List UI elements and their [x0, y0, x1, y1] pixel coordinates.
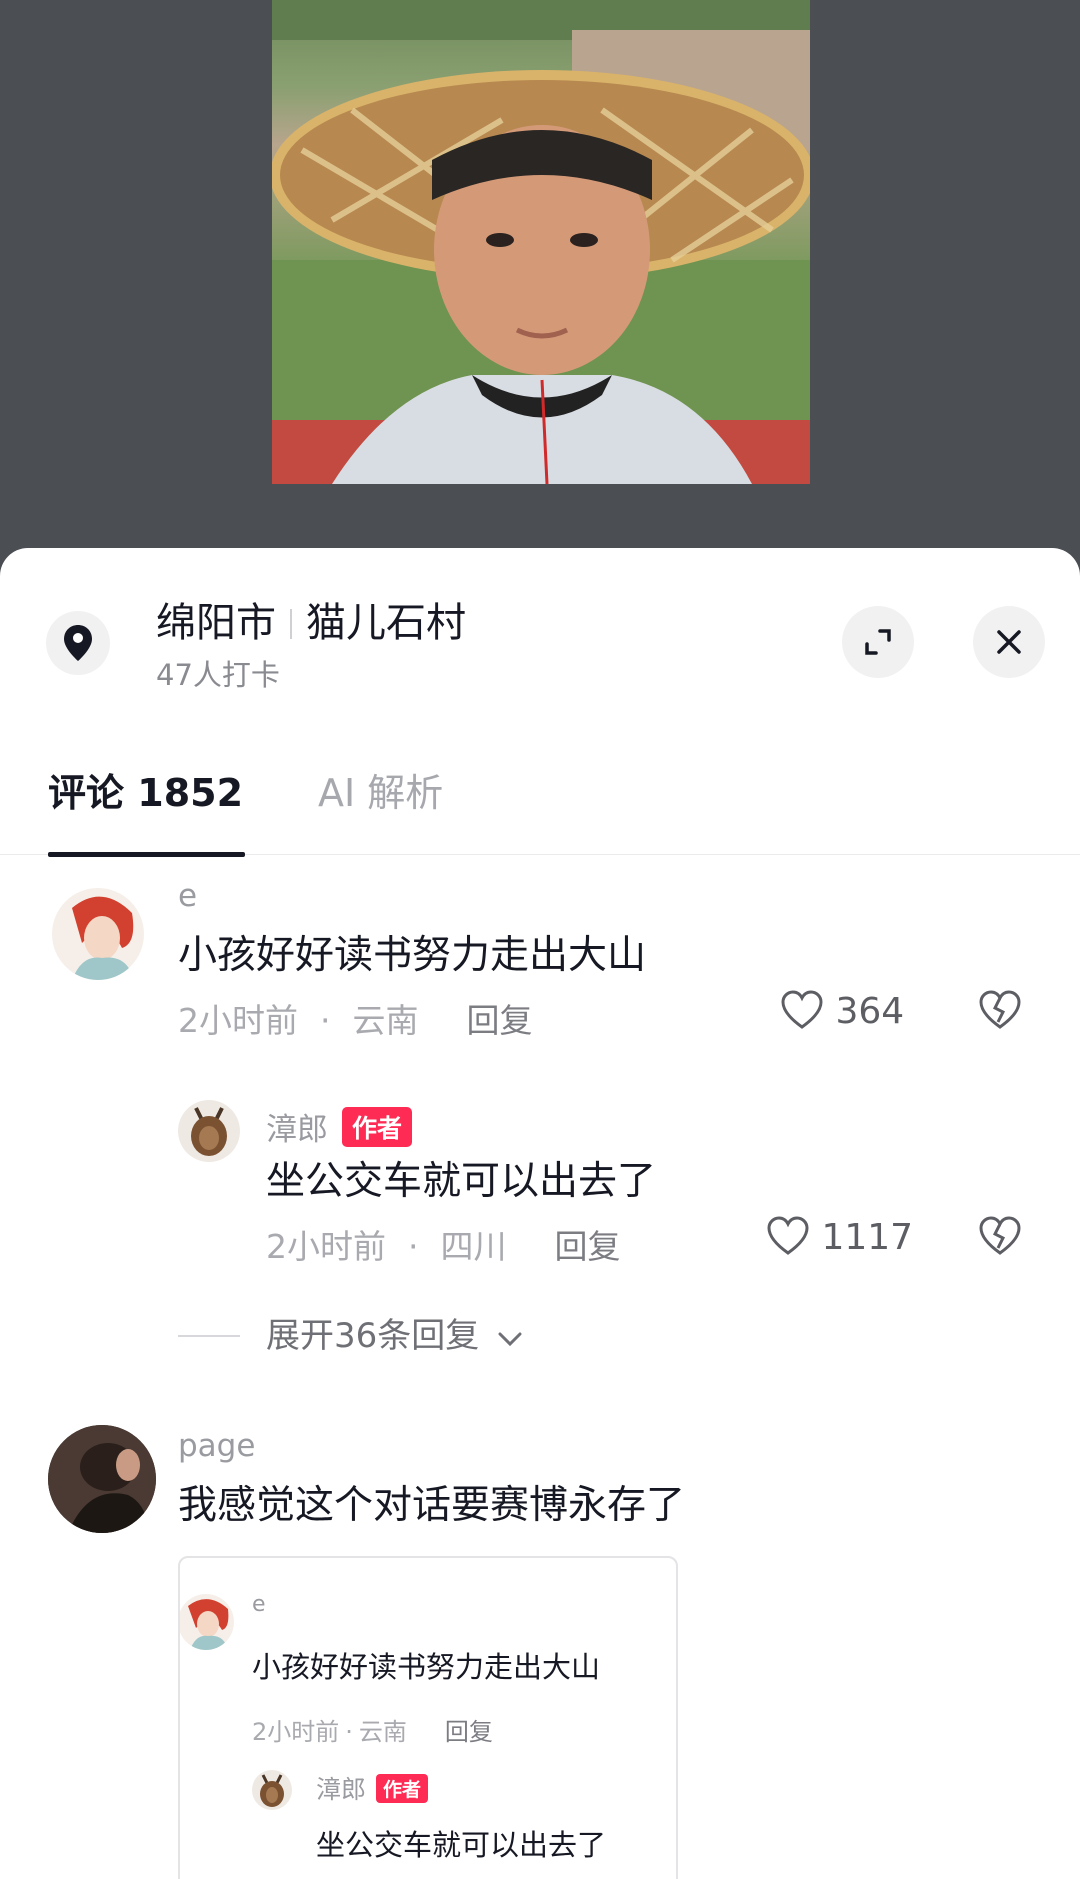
video-thumbnail[interactable]	[272, 0, 810, 484]
comment-username[interactable]: page	[178, 1428, 255, 1464]
comment-text[interactable]: 我感觉这个对话要赛博永存了	[178, 1474, 685, 1530]
avatar	[180, 1594, 234, 1650]
meta-separator: ·	[345, 1718, 353, 1746]
avatar	[252, 1770, 292, 1810]
video-backdrop	[0, 0, 1080, 560]
quoted-region: 云南	[358, 1718, 407, 1746]
quoted-comment-image[interactable]: e 小孩好好读书努力走出大山 2小时前 · 云南 回复 漳郎 作者 坐公交车就可以出去了	[178, 1556, 678, 1879]
quoted-username: e	[252, 1592, 266, 1617]
quoted-meta: 2小时前 · 云南 回复	[252, 1712, 493, 1747]
quoted-time: 2小时前	[252, 1718, 340, 1746]
quoted-reply-text: 坐公交车就可以出去了	[316, 1828, 607, 1862]
quoted-text: 小孩好好读书努力走出大山	[252, 1650, 601, 1684]
author-badge: 作者	[376, 1774, 429, 1803]
quoted-reply-username: 漳郎	[316, 1775, 367, 1804]
comments-sheet: 绵阳市 猫儿石村 47人打卡 评论 1852 AI 解析 e 小孩好好读书努力走…	[0, 548, 1080, 1879]
quoted-reply-username-row: 漳郎 作者	[316, 1770, 429, 1806]
quoted-reply-label: 回复	[444, 1718, 493, 1746]
avatar[interactable]	[48, 1425, 156, 1533]
comment-item: page 我感觉这个对话要赛博永存了 e 小孩好好读书努力走出大山 2小时前 · 云…	[0, 548, 1080, 1879]
